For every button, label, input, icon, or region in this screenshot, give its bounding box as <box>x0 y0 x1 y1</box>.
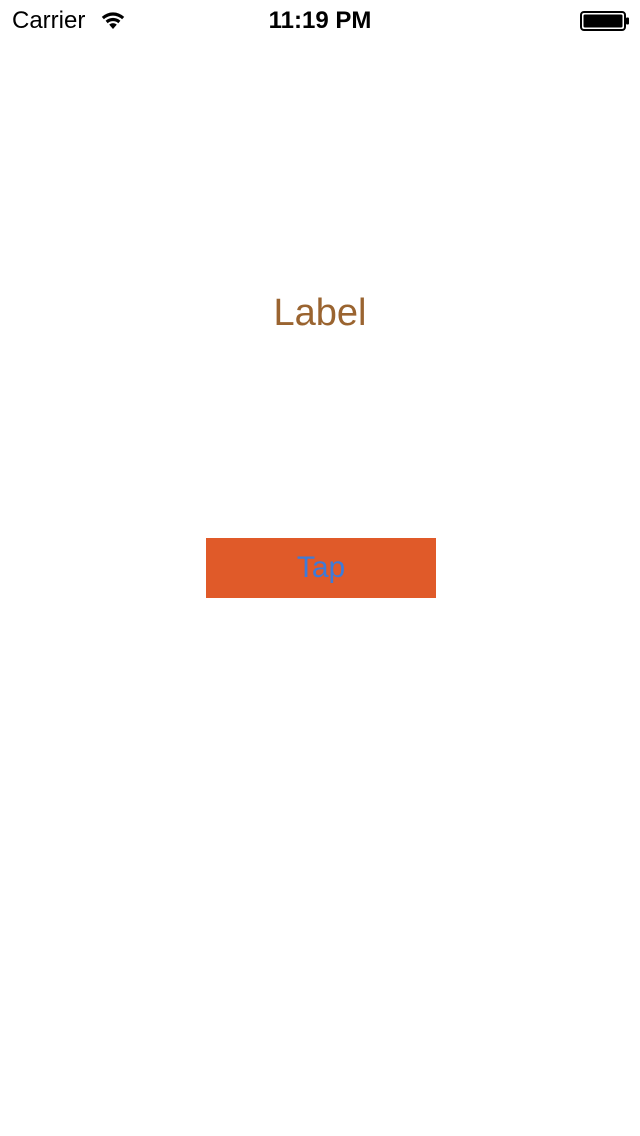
status-bar: Carrier 11:19 PM <box>0 0 640 40</box>
tap-button[interactable]: Tap <box>206 538 436 598</box>
app-screen: Carrier 11:19 PM Label Tap <box>0 0 640 1136</box>
status-time: 11:19 PM <box>268 7 372 34</box>
battery-icon <box>580 11 630 31</box>
main-label: Label <box>273 292 367 334</box>
